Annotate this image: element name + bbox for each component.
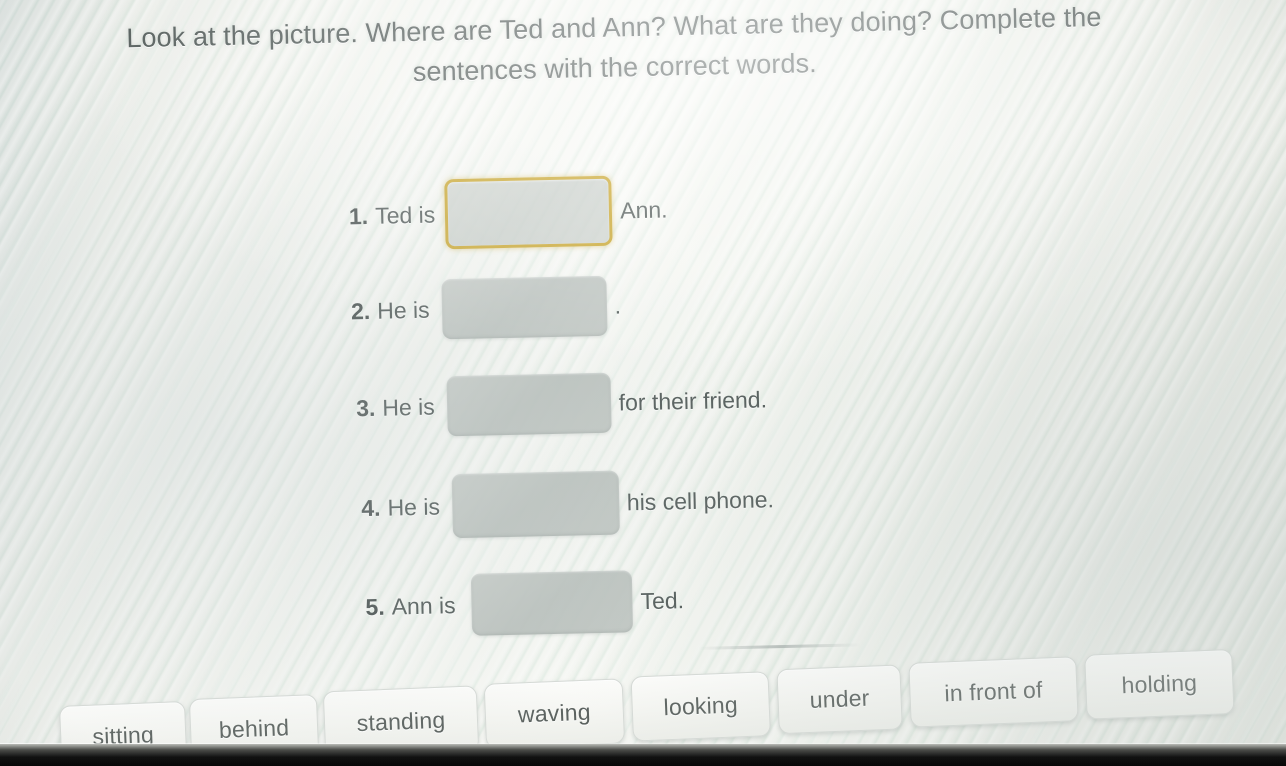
word-chip-label: sitting <box>91 721 155 750</box>
answer-blank-5[interactable] <box>470 570 634 636</box>
answer-blank-3[interactable] <box>446 372 612 437</box>
question-tail-text-5: Ted. <box>640 586 685 614</box>
photographed-screen: Look at the picture. Where are Ted and A… <box>0 0 1286 766</box>
question-row-3: 3. He is for their friend. <box>355 369 767 438</box>
word-bank-divider <box>698 643 861 650</box>
question-lead-text-2: He is <box>376 296 430 324</box>
word-chip-label: under <box>809 684 870 713</box>
word-chip-label: in front of <box>943 676 1043 707</box>
word-chip-under[interactable]: under <box>776 664 903 735</box>
question-row-2: 2. He is . <box>350 275 621 341</box>
question-lead-text-5: Ann is <box>391 591 456 620</box>
question-tail-text-4: his cell phone. <box>626 485 775 515</box>
question-number-5: 5. <box>365 593 385 620</box>
question-lead-text-1: Ted is <box>374 201 436 229</box>
word-chip-standing[interactable]: standing <box>322 685 480 758</box>
word-chip-behind[interactable]: behind <box>188 694 320 765</box>
question-row-5: 5. Ann is Ted. <box>365 569 685 638</box>
answer-blank-4[interactable] <box>451 470 620 539</box>
question-tail-text-3: for their friend. <box>618 385 768 416</box>
word-chip-label: holding <box>1121 669 1198 699</box>
word-chip-label: behind <box>218 714 290 743</box>
question-number-1: 1. <box>348 202 369 229</box>
question-row-4: 4. He is his cell phone. <box>361 467 775 540</box>
question-row-1: 1. Ted is Ann. <box>348 174 668 251</box>
question-tail-text-1: Ann. <box>619 195 668 223</box>
question-lead-text-3: He is <box>382 393 435 421</box>
answer-blank-1[interactable] <box>444 175 613 250</box>
word-chip-in-front-of[interactable]: in front of <box>908 656 1079 728</box>
question-number-3: 3. <box>355 394 376 421</box>
word-chip-label: standing <box>356 706 446 736</box>
word-chip-waving[interactable]: waving <box>483 678 626 749</box>
question-tail-text-2: . <box>614 291 622 319</box>
word-chip-label: looking <box>663 691 739 721</box>
word-chip-looking[interactable]: looking <box>630 671 771 742</box>
word-chip-sitting[interactable]: sitting <box>59 700 188 766</box>
word-chip-label: waving <box>517 698 592 728</box>
exercise-prompt: Look at the picture. Where are Ted and A… <box>19 0 1210 101</box>
question-number-4: 4. <box>361 494 381 521</box>
answer-blank-2[interactable] <box>440 275 608 340</box>
word-chip-holding[interactable]: holding <box>1084 648 1235 720</box>
exercise-content: Look at the picture. Where are Ted and A… <box>0 0 1286 766</box>
question-lead-text-4: He is <box>387 492 441 521</box>
question-number-2: 2. <box>350 297 371 324</box>
